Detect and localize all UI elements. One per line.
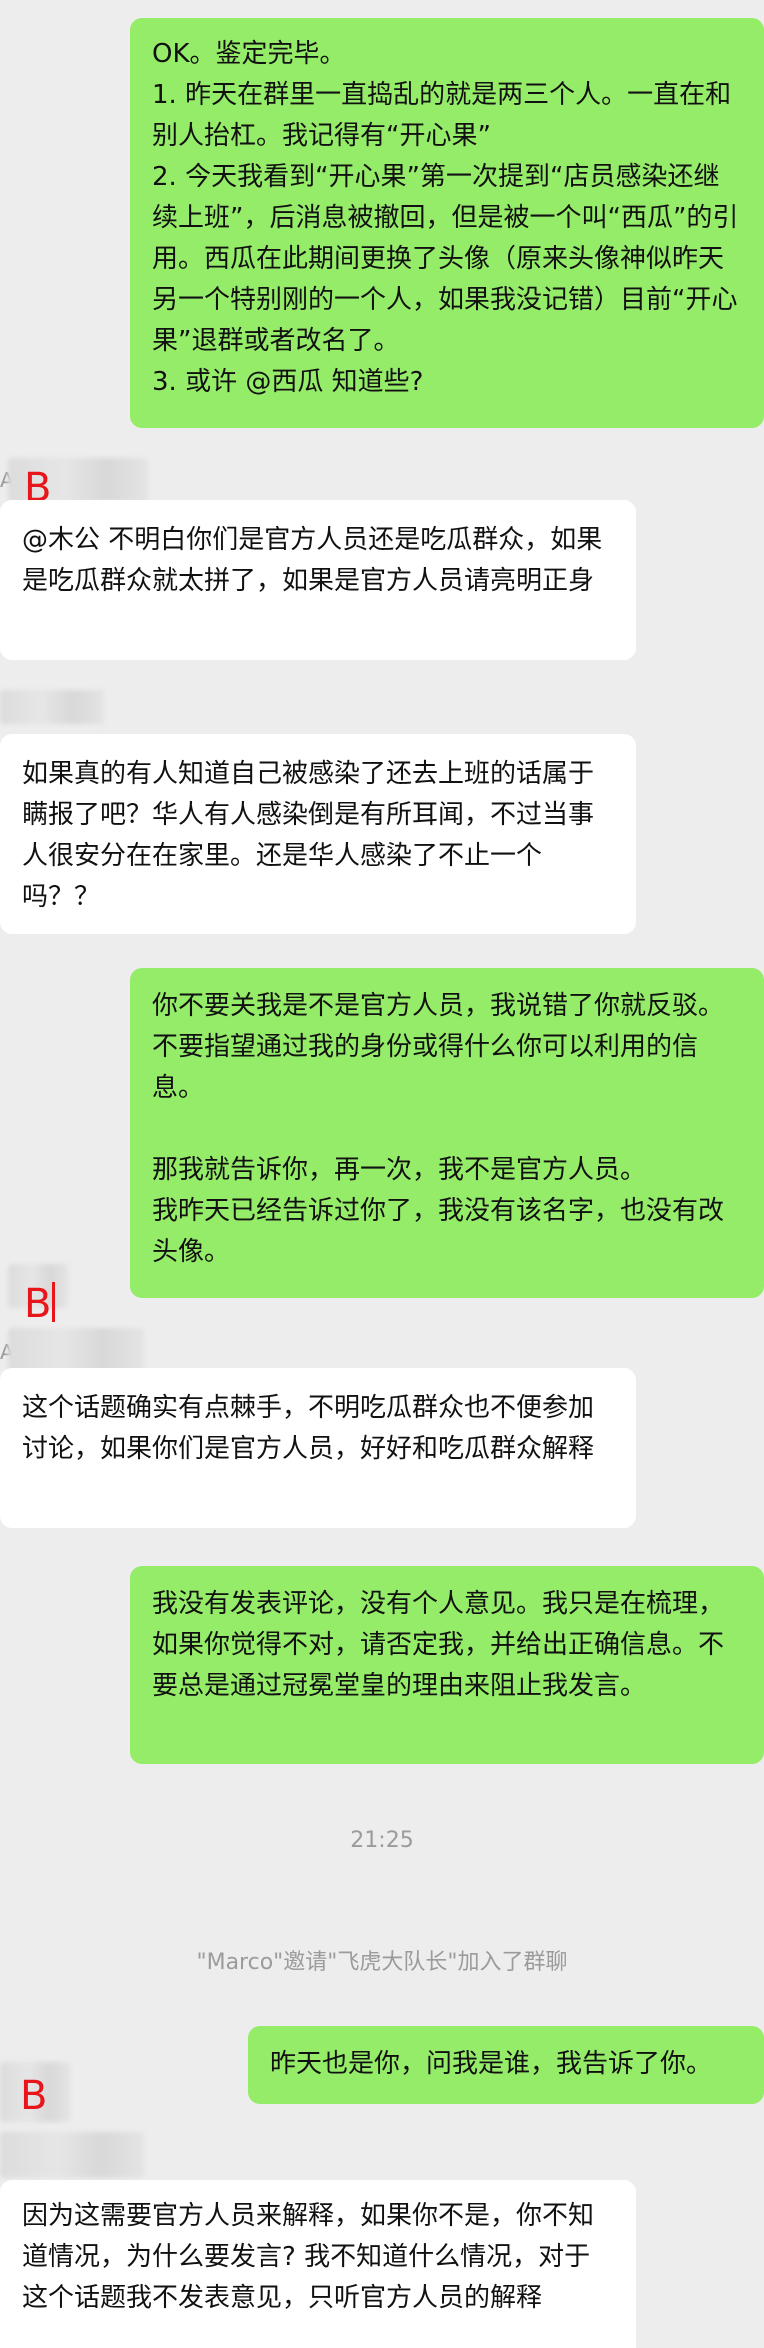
annotation-cursor	[52, 1282, 55, 1322]
message-bubble-outgoing[interactable]: OK。鉴定完毕。 1. 昨天在群里一直捣乱的就是两三个人。一直在和别人抬杠。我记…	[130, 18, 764, 428]
sender-name-redacted	[0, 690, 104, 724]
message-bubble-incoming[interactable]: 如果真的有人知道自己被感染了还去上班的话属于瞒报了吧？华人有人感染倒是有所耳闻，…	[0, 734, 636, 934]
sender-name-redacted	[8, 1328, 144, 1372]
message-bubble-incoming[interactable]: 这个话题确实有点棘手，不明吃瓜群众也不便参加讨论，如果你们是官方人员，好好和吃瓜…	[0, 1368, 636, 1528]
message-bubble-incoming[interactable]: 因为这需要官方人员来解释，如果你不是，你不知道情况，为什么要发言? 我不知道什么…	[0, 2180, 636, 2348]
sender-label-annotation: B	[20, 2073, 48, 2119]
message-bubble-outgoing[interactable]: 昨天也是你，问我是谁，我告诉了你。	[248, 2026, 764, 2104]
message-bubble-outgoing[interactable]: 你不要关我是不是官方人员，我说错了你就反驳。不要指望通过我的身份或得什么你可以利…	[130, 968, 764, 1298]
group-invite-notice: "Marco"邀请"飞虎大队长"加入了群聊	[196, 1950, 568, 1975]
message-bubble-outgoing[interactable]: 我没有发表评论，没有个人意见。我只是在梳理，如果你觉得不对，请否定我，并给出正确…	[130, 1566, 764, 1764]
sender-label-annotation: B	[24, 1281, 52, 1327]
timestamp-divider: 21:25	[350, 1828, 414, 1853]
sender-name-redacted	[0, 2132, 144, 2178]
message-bubble-incoming[interactable]: @木公 不明白你们是官方人员还是吃瓜群众，如果是吃瓜群众就太拼了，如果是官方人员…	[0, 500, 636, 660]
